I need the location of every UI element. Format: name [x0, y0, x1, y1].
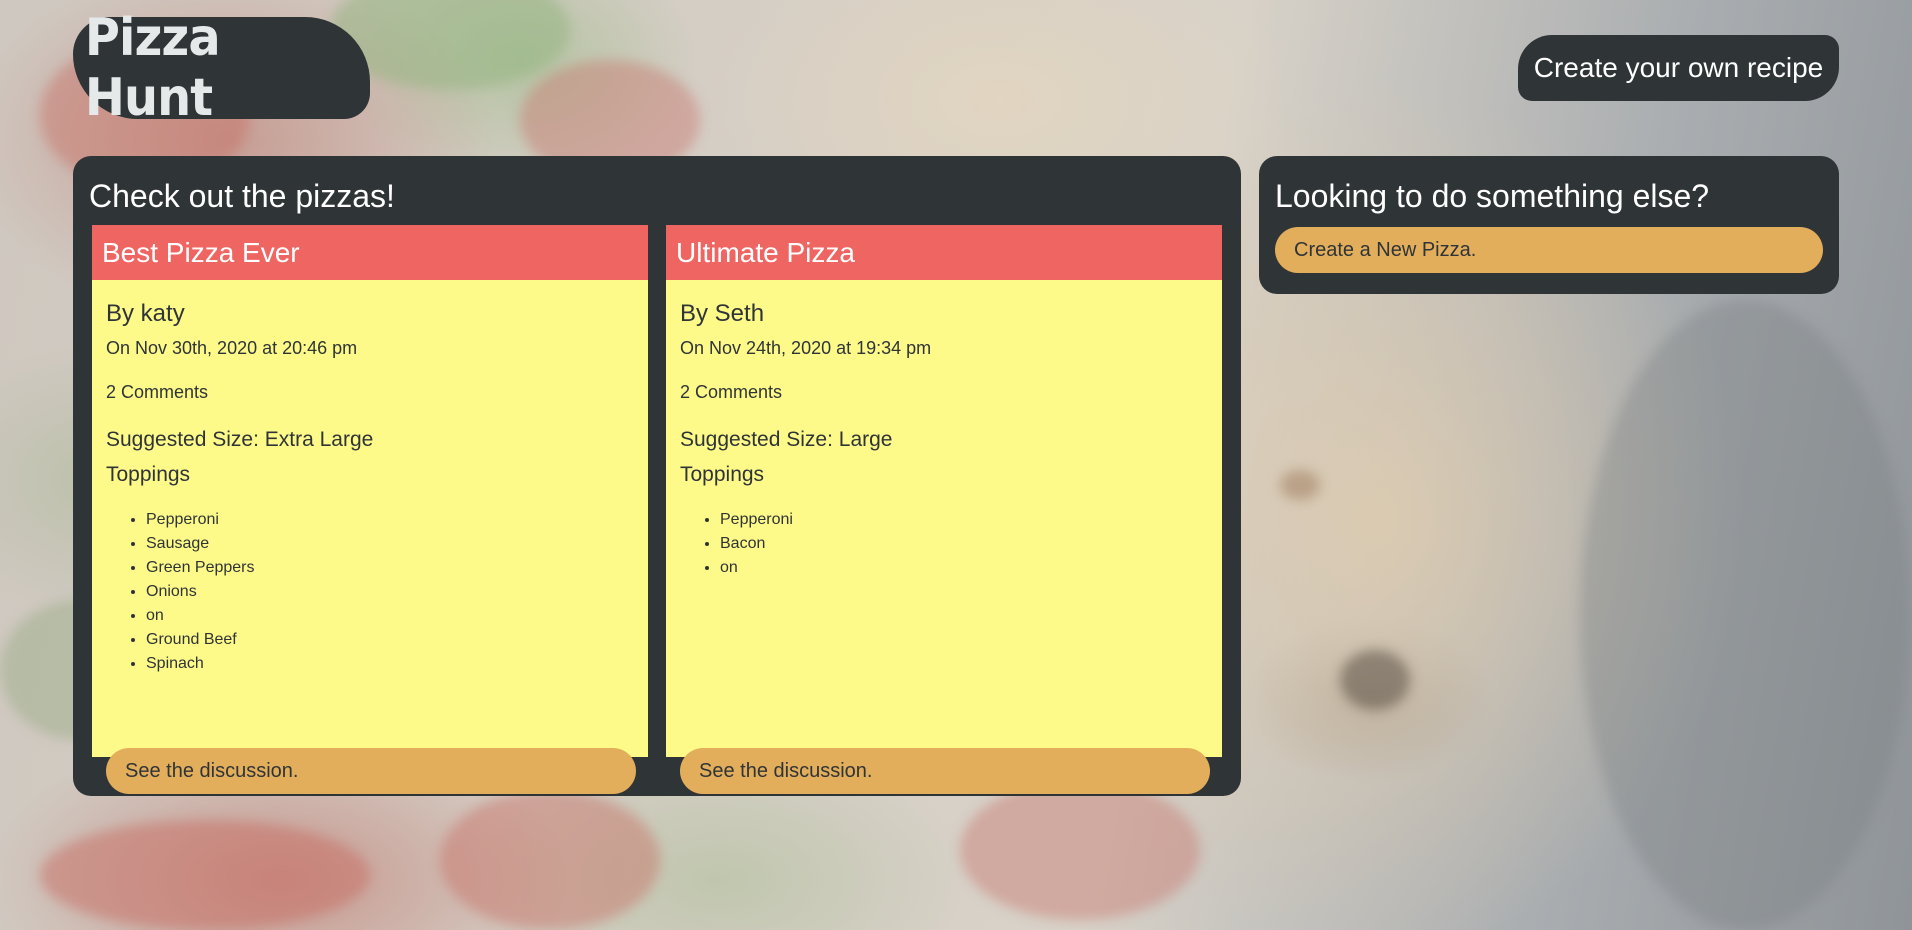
pizza-card: Best Pizza Ever By katy On Nov 30th, 202… [92, 225, 648, 794]
toppings-list: Pepperoni Sausage Green Peppers Onions o… [106, 508, 255, 676]
topping-item: Green Peppers [146, 556, 255, 580]
pizza-suggested-size: Suggested Size: Extra Large [106, 428, 374, 451]
topping-item: Pepperoni [720, 508, 793, 532]
topping-item: Spinach [146, 652, 255, 676]
topping-item: Onions [146, 580, 255, 604]
pizza-title: Ultimate Pizza [676, 236, 855, 268]
topping-item: on [146, 604, 255, 628]
brand-title: Pizza Hunt [84, 8, 221, 128]
topping-item: Ground Beef [146, 628, 255, 652]
topping-item: on [720, 556, 793, 580]
pizza-comment-count: 2 Comments [680, 382, 783, 402]
pizza-card-header: Best Pizza Ever [92, 225, 648, 280]
toppings-label: Toppings [106, 463, 191, 486]
pizza-card: Ultimate Pizza By Seth On Nov 24th, 2020… [666, 225, 1222, 794]
toppings-label: Toppings [680, 463, 765, 486]
brand-logo[interactable]: Pizza Hunt [73, 8, 370, 128]
actions-panel: Looking to do something else? Create a N… [1259, 156, 1839, 294]
pizza-suggested-size: Suggested Size: Large [680, 428, 893, 451]
create-recipe-button[interactable]: Create your own recipe [1518, 35, 1839, 101]
pizza-date: On Nov 30th, 2020 at 20:46 pm [106, 338, 358, 358]
topping-item: Bacon [720, 532, 793, 556]
see-discussion-button[interactable]: See the discussion. [106, 748, 636, 794]
pizza-card-header: Ultimate Pizza [666, 225, 1222, 280]
pizza-author: By Seth [680, 300, 765, 327]
pizza-list-panel: Check out the pizzas! Best Pizza Ever By… [73, 156, 1241, 796]
pizza-comment-count: 2 Comments [106, 382, 209, 402]
see-discussion-button[interactable]: See the discussion. [680, 748, 1210, 794]
topping-item: Pepperoni [146, 508, 255, 532]
pizza-author: By katy [106, 300, 185, 327]
actions-heading: Looking to do something else? [1275, 178, 1710, 214]
pizza-date: On Nov 24th, 2020 at 19:34 pm [680, 338, 932, 358]
topping-item: Sausage [146, 532, 255, 556]
pizza-title: Best Pizza Ever [102, 236, 300, 268]
toppings-list: Pepperoni Bacon on [680, 508, 793, 580]
create-new-pizza-button[interactable]: Create a New Pizza. [1275, 227, 1823, 273]
pizza-list-heading: Check out the pizzas! [89, 178, 395, 214]
